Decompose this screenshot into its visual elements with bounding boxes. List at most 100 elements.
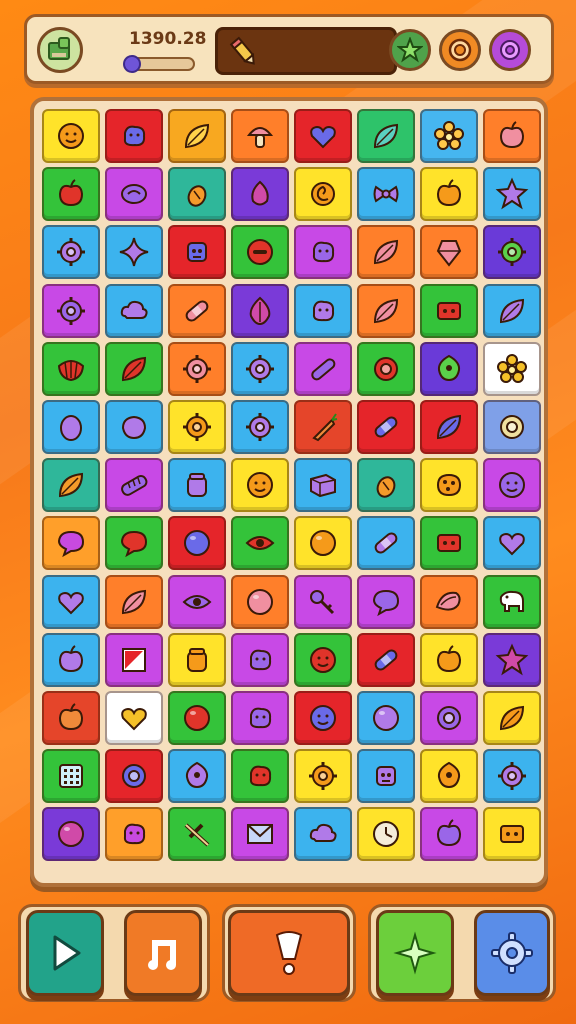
tile[interactable] [168, 167, 226, 222]
tile[interactable] [168, 632, 226, 687]
tile[interactable] [483, 690, 541, 745]
tile[interactable] [420, 807, 478, 862]
tile[interactable] [168, 807, 226, 862]
tile[interactable] [231, 225, 289, 280]
tile[interactable] [357, 690, 415, 745]
profile-button[interactable] [37, 27, 83, 73]
tile[interactable] [42, 283, 100, 338]
tile[interactable] [42, 399, 100, 454]
tile[interactable] [420, 574, 478, 629]
tile[interactable] [483, 458, 541, 513]
tile[interactable] [420, 632, 478, 687]
tile[interactable] [168, 690, 226, 745]
tile[interactable] [420, 109, 478, 163]
tile[interactable] [168, 574, 226, 629]
tile[interactable] [231, 458, 289, 513]
tile[interactable] [231, 632, 289, 687]
play-button[interactable] [26, 910, 104, 996]
item-slot[interactable] [215, 27, 397, 75]
tile[interactable] [105, 632, 163, 687]
tile[interactable] [42, 807, 100, 862]
tile[interactable] [105, 749, 163, 804]
tile[interactable] [231, 341, 289, 396]
tile[interactable] [42, 690, 100, 745]
tile[interactable] [357, 574, 415, 629]
tile[interactable] [42, 516, 100, 571]
tile[interactable] [42, 458, 100, 513]
tile[interactable] [483, 283, 541, 338]
tile[interactable] [168, 341, 226, 396]
music-button[interactable] [124, 910, 202, 996]
tile[interactable] [294, 399, 352, 454]
tile[interactable] [168, 283, 226, 338]
tile[interactable] [105, 341, 163, 396]
tile[interactable] [294, 341, 352, 396]
tile[interactable] [357, 225, 415, 280]
tile[interactable] [294, 574, 352, 629]
tile[interactable] [168, 749, 226, 804]
tile[interactable] [168, 225, 226, 280]
tile[interactable] [168, 458, 226, 513]
tile[interactable] [231, 516, 289, 571]
tile[interactable] [357, 399, 415, 454]
tile[interactable] [357, 458, 415, 513]
tile[interactable] [294, 109, 352, 163]
target-button[interactable] [439, 29, 481, 71]
star-button[interactable] [389, 29, 431, 71]
tile[interactable] [42, 749, 100, 804]
tile[interactable] [483, 749, 541, 804]
tile[interactable] [357, 283, 415, 338]
tile[interactable] [231, 399, 289, 454]
tile[interactable] [420, 749, 478, 804]
tile[interactable] [231, 109, 289, 163]
settings-button[interactable] [474, 910, 550, 996]
shuffle-button[interactable] [376, 910, 454, 996]
tile[interactable] [294, 458, 352, 513]
tile[interactable] [294, 283, 352, 338]
tile[interactable] [105, 167, 163, 222]
tile[interactable] [483, 341, 541, 396]
tile[interactable] [483, 807, 541, 862]
tile[interactable] [294, 225, 352, 280]
tile[interactable] [231, 749, 289, 804]
tile[interactable] [483, 574, 541, 629]
tile[interactable] [42, 341, 100, 396]
tile[interactable] [294, 167, 352, 222]
tile[interactable] [294, 690, 352, 745]
tile[interactable] [420, 516, 478, 571]
tile[interactable] [483, 167, 541, 222]
tile[interactable] [168, 109, 226, 163]
tile[interactable] [42, 109, 100, 163]
tile[interactable] [42, 574, 100, 629]
tile[interactable] [231, 807, 289, 862]
tile[interactable] [42, 167, 100, 222]
tile[interactable] [168, 516, 226, 571]
tile[interactable] [483, 399, 541, 454]
tile[interactable] [357, 749, 415, 804]
tile[interactable] [483, 109, 541, 163]
tile[interactable] [105, 807, 163, 862]
tile[interactable] [357, 807, 415, 862]
tile[interactable] [294, 807, 352, 862]
tile[interactable] [357, 109, 415, 163]
tile[interactable] [357, 167, 415, 222]
tile[interactable] [357, 516, 415, 571]
tile[interactable] [420, 167, 478, 222]
tile[interactable] [294, 516, 352, 571]
tile[interactable] [420, 341, 478, 396]
tile[interactable] [231, 167, 289, 222]
tile[interactable] [420, 458, 478, 513]
tile[interactable] [231, 690, 289, 745]
tile[interactable] [420, 283, 478, 338]
tile[interactable] [168, 399, 226, 454]
tile[interactable] [105, 690, 163, 745]
tile[interactable] [105, 574, 163, 629]
tile[interactable] [357, 341, 415, 396]
tile[interactable] [420, 399, 478, 454]
tile[interactable] [420, 690, 478, 745]
tile[interactable] [420, 225, 478, 280]
tile[interactable] [105, 516, 163, 571]
tile[interactable] [231, 574, 289, 629]
tile[interactable] [483, 225, 541, 280]
tile[interactable] [357, 632, 415, 687]
